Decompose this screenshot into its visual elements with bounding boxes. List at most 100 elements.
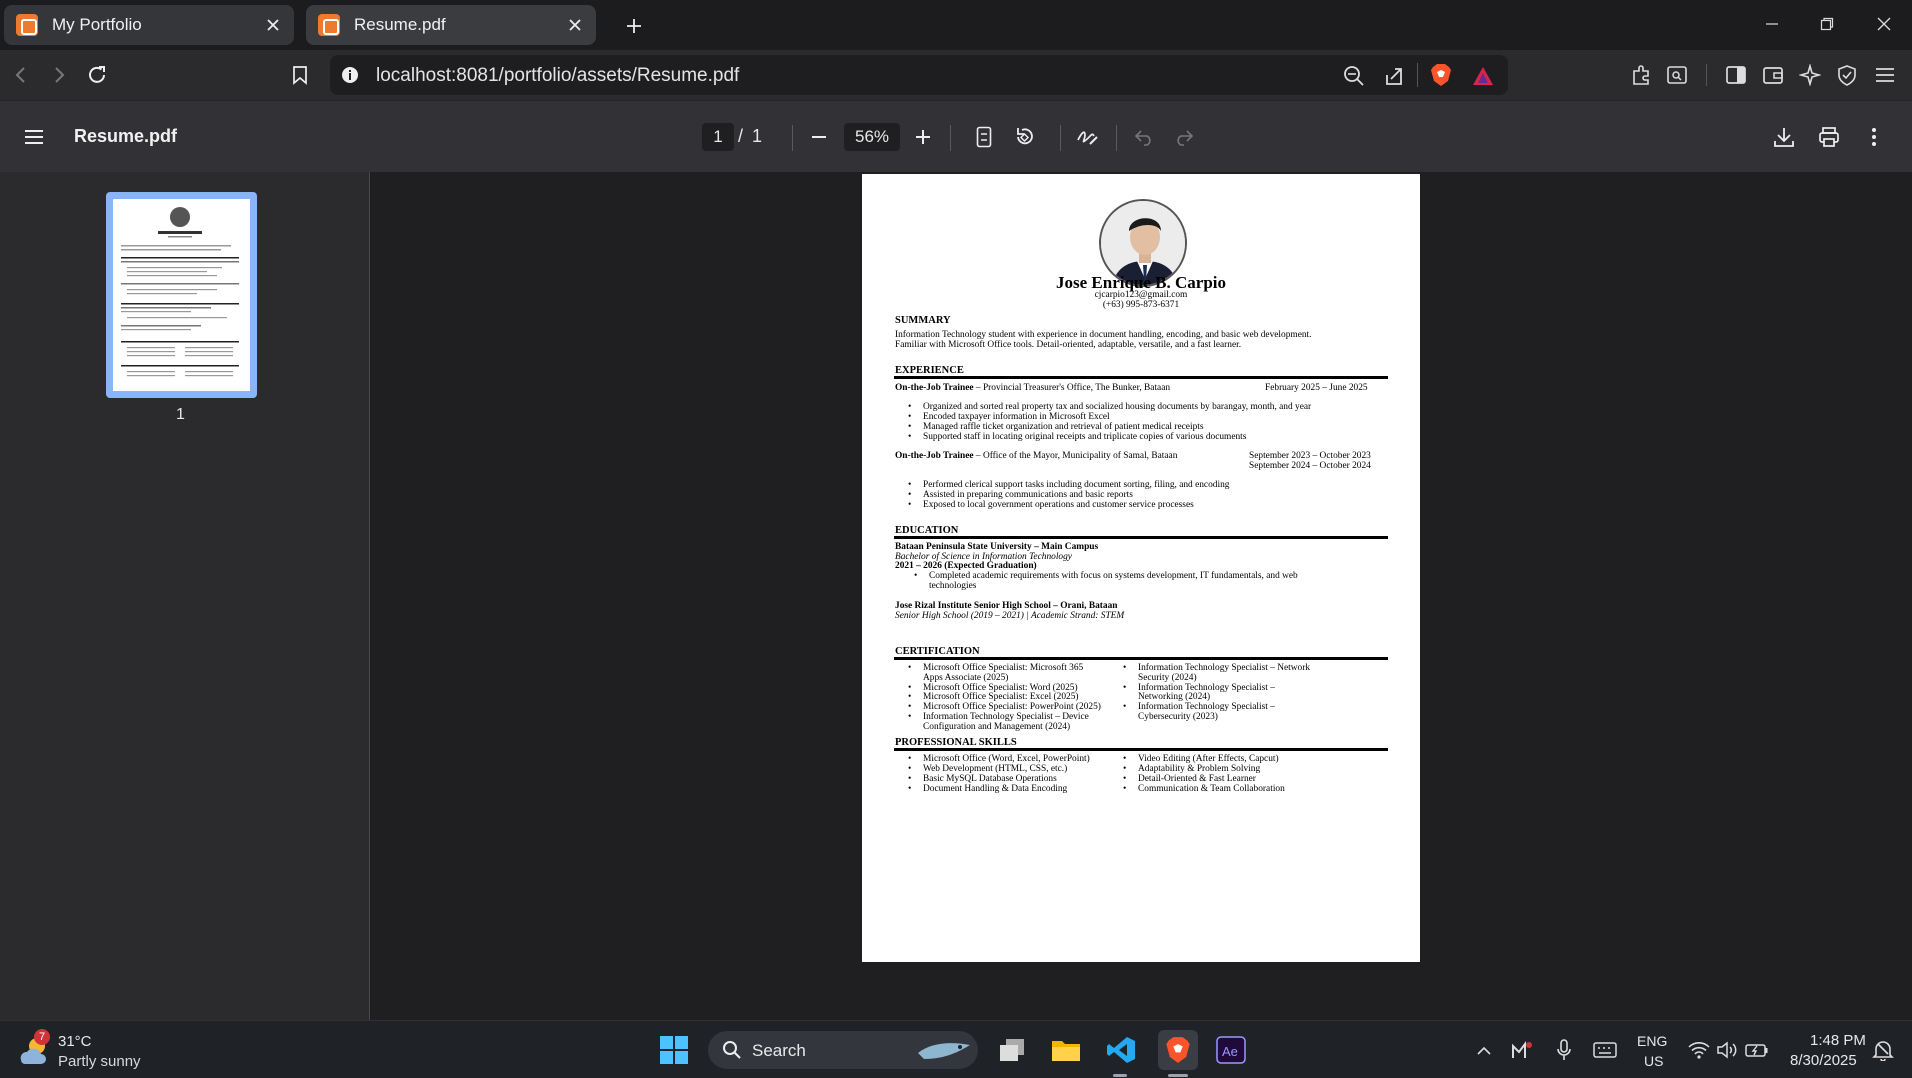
menu-icon[interactable] <box>1872 62 1898 88</box>
zoom-out-icon[interactable] <box>805 123 833 151</box>
sidebar-toggle-icon[interactable] <box>1723 62 1749 88</box>
url-text[interactable]: localhost:8081/portfolio/assets/Resume.p… <box>376 65 739 87</box>
clock-time[interactable]: 1:48 PM <box>1810 1032 1866 1049</box>
taskbar-search[interactable]: Search <box>708 1031 978 1069</box>
wifi-icon[interactable] <box>1684 1033 1714 1067</box>
download-icon[interactable] <box>1770 123 1798 151</box>
minimize-icon[interactable] <box>1758 12 1786 36</box>
redo-icon[interactable] <box>1170 123 1198 151</box>
xampp-favicon-icon <box>318 14 340 36</box>
school-detail: Senior High School (2019 – 2021) | Acade… <box>895 611 1125 621</box>
pdf-title: Resume.pdf <box>74 126 178 146</box>
close-window-icon[interactable] <box>1870 12 1898 36</box>
brave-rewards-icon[interactable] <box>1471 64 1495 88</box>
site-info-icon[interactable] <box>340 65 360 85</box>
tab-resume-pdf[interactable]: Resume.pdf <box>306 5 596 45</box>
xampp-favicon-icon <box>16 14 38 36</box>
bookmark-icon[interactable] <box>287 62 313 88</box>
input-language[interactable]: ENG <box>1637 1033 1667 1049</box>
brave-shields-icon[interactable] <box>1429 63 1453 87</box>
taskbar: 7 31°C Partly sunny Search Ae ENG US 1:4… <box>0 1020 1912 1078</box>
zoom-icon[interactable] <box>1342 64 1366 88</box>
thumbnail-page-preview <box>113 199 250 391</box>
certification-heading: CERTIFICATION <box>895 646 980 657</box>
keyboard-icon[interactable] <box>1590 1033 1620 1067</box>
navigation-bar: localhost:8081/portfolio/assets/Resume.p… <box>0 50 1912 100</box>
forward-icon[interactable] <box>46 62 72 88</box>
weather-description[interactable]: Partly sunny <box>58 1053 141 1070</box>
summary-heading: SUMMARY <box>895 315 951 326</box>
weather-temperature[interactable]: 31°C <box>58 1033 92 1050</box>
job-dates: February 2025 – June 2025 <box>1265 383 1368 393</box>
clock-date[interactable]: 8/30/2025 <box>1790 1052 1857 1069</box>
new-tab-icon[interactable] <box>620 12 648 40</box>
zoom-in-icon[interactable] <box>909 123 937 151</box>
leo-ai-icon[interactable] <box>1797 62 1823 88</box>
extensions-icon[interactable] <box>1628 62 1654 88</box>
search-icon <box>722 1040 742 1060</box>
section-rule <box>894 748 1388 751</box>
experience-heading: EXPERIENCE <box>895 365 964 376</box>
close-tab-icon[interactable] <box>564 14 586 36</box>
volume-icon[interactable] <box>1712 1033 1742 1067</box>
battery-icon[interactable] <box>1742 1033 1772 1067</box>
notifications-icon[interactable] <box>1868 1033 1898 1067</box>
resume-phone: (+63) 995-873-6371 <box>1102 300 1180 310</box>
wallet-icon[interactable] <box>1760 62 1786 88</box>
tab-title: My Portfolio <box>52 15 142 34</box>
running-indicator <box>1113 1074 1127 1077</box>
active-indicator <box>1168 1074 1188 1077</box>
divider <box>1116 125 1117 151</box>
divider <box>1417 63 1418 87</box>
search-label: Search <box>752 1041 806 1060</box>
input-region[interactable]: US <box>1644 1053 1663 1069</box>
restore-icon[interactable] <box>1813 12 1841 36</box>
pdf-viewer: Jose Enrique B. Carpio cjcarpio123@gmail… <box>371 172 1912 1020</box>
divider <box>950 125 951 151</box>
page-number-input[interactable]: 1 <box>702 123 734 151</box>
more-options-icon[interactable] <box>1860 123 1888 151</box>
share-icon[interactable] <box>1382 64 1406 88</box>
skill-item: Document Handling & Data Encoding <box>908 784 1067 795</box>
address-bar[interactable]: localhost:8081/portfolio/assets/Resume.p… <box>330 55 1508 95</box>
zoom-level-input[interactable]: 56% <box>844 123 900 151</box>
reader-mode-icon[interactable] <box>1664 62 1690 88</box>
tab-strip: My Portfolio Resume.pdf <box>0 0 1912 50</box>
annotate-icon[interactable] <box>1074 123 1102 151</box>
divider <box>792 125 793 151</box>
job-bullet: Supported staff in locating original rec… <box>908 432 1246 443</box>
show-hidden-icons-icon[interactable] <box>1470 1033 1498 1067</box>
section-rule <box>894 376 1388 379</box>
thumbnail-sidebar: 1 <box>0 172 370 1020</box>
job-title: On-the-Job Trainee – Office of the Mayor… <box>895 451 1178 461</box>
job-title: On-the-Job Trainee – Provincial Treasure… <box>895 383 1171 393</box>
education-bullet: technologies <box>929 581 977 591</box>
fit-page-icon[interactable] <box>970 123 998 151</box>
after-effects-icon[interactable]: Ae <box>1214 1033 1248 1067</box>
divider <box>1060 125 1061 151</box>
tab-my-portfolio[interactable]: My Portfolio <box>4 5 294 45</box>
start-icon[interactable] <box>657 1033 691 1067</box>
education-bullet: Completed academic requirements with foc… <box>914 571 1298 582</box>
file-explorer-icon[interactable] <box>1049 1033 1083 1067</box>
vpn-icon[interactable] <box>1834 62 1860 88</box>
tray-app-icon[interactable] <box>1508 1033 1536 1067</box>
page-thumbnail[interactable] <box>106 192 257 398</box>
brave-icon[interactable] <box>1158 1030 1198 1070</box>
svg-text:Ae: Ae <box>1222 1044 1238 1059</box>
reload-icon[interactable] <box>84 62 110 88</box>
vscode-icon[interactable] <box>1104 1033 1138 1067</box>
outline-toggle-icon[interactable] <box>20 123 48 151</box>
page-total: 1 <box>752 126 763 146</box>
close-tab-icon[interactable] <box>262 14 284 36</box>
back-icon[interactable] <box>8 62 34 88</box>
certification-item: Configuration and Management (2024) <box>923 721 1071 732</box>
rotate-icon[interactable] <box>1010 123 1038 151</box>
certification-item: Cybersecurity (2023) <box>1138 712 1218 722</box>
print-icon[interactable] <box>1815 123 1843 151</box>
thumbnail-page-number: 1 <box>176 406 185 423</box>
microphone-icon[interactable] <box>1550 1033 1578 1067</box>
task-view-icon[interactable] <box>995 1033 1029 1067</box>
pdf-page: Jose Enrique B. Carpio cjcarpio123@gmail… <box>862 174 1420 962</box>
undo-icon[interactable] <box>1130 123 1158 151</box>
